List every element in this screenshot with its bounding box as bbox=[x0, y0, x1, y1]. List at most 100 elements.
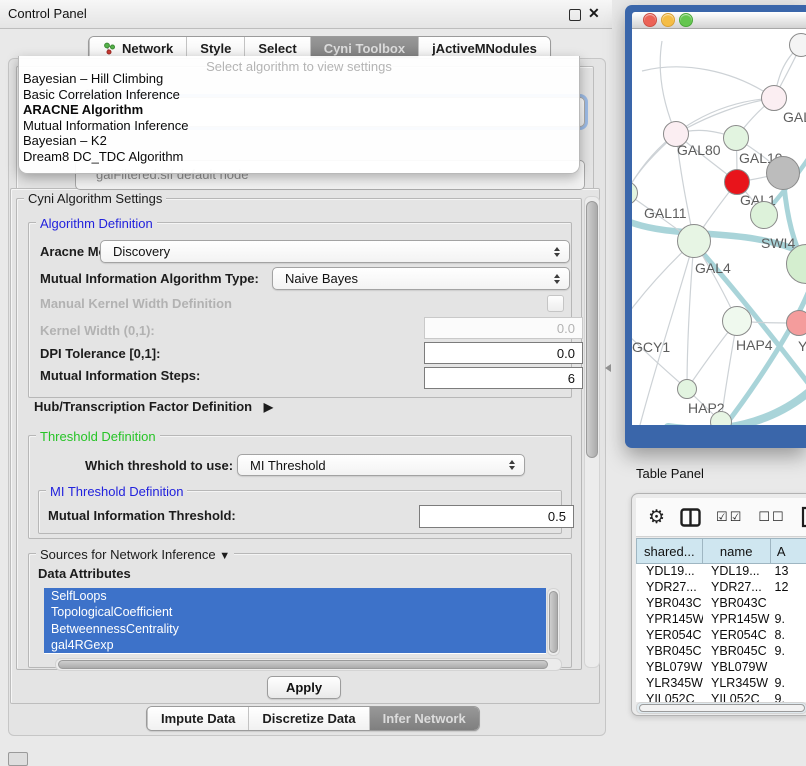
network-node[interactable] bbox=[677, 224, 711, 258]
table-header-row: shared... name A bbox=[636, 538, 806, 564]
table-row[interactable]: YBR045C YBR045C 9. bbox=[636, 644, 806, 660]
control-panel-header bbox=[0, 0, 612, 29]
sources-group-title: Sources for Network Inference ▼ bbox=[36, 547, 234, 562]
manual-kernel-label: Manual Kernel Width Definition bbox=[40, 296, 232, 311]
table-toolbar: ⚙ ☑☑ ☐☐ bbox=[636, 498, 806, 537]
network-node[interactable] bbox=[750, 201, 778, 229]
settings-scrollbar-thumb[interactable] bbox=[586, 201, 598, 458]
attribute-list-hscrollbar-thumb[interactable] bbox=[58, 660, 548, 669]
column-header[interactable]: name bbox=[703, 538, 771, 564]
dropdown-item[interactable]: Basic Correlation Inference bbox=[23, 87, 575, 103]
network-view-window[interactable]: GALGAL80GAL10GAL1GAL11SWI4GAL4GCY1HAP4YH… bbox=[625, 5, 806, 448]
attribute-list-item[interactable]: BetweennessCentrality bbox=[44, 621, 546, 637]
network-node[interactable] bbox=[789, 33, 806, 57]
network-node[interactable] bbox=[786, 310, 806, 336]
bottom-tabbar: Impute Data Discretize Data Infer Networ… bbox=[146, 706, 480, 731]
cell-name: YLR345W bbox=[703, 676, 772, 692]
hub-definition-expander[interactable]: Hub/Transcription Factor Definition ▶ bbox=[34, 399, 273, 414]
close-traffic-light-icon[interactable] bbox=[643, 13, 657, 27]
algorithm-dropdown-popup: Select algorithm to view settings Bayesi… bbox=[18, 56, 580, 174]
table-row[interactable]: YER054C YER054C 8. bbox=[636, 628, 806, 644]
settings-scrollbar[interactable] bbox=[584, 196, 600, 668]
table-row[interactable]: YBR043C YBR043C bbox=[636, 596, 806, 612]
minimize-traffic-light-icon[interactable] bbox=[661, 13, 675, 27]
select-all-checkboxes-icon[interactable]: ☑☑ bbox=[716, 509, 743, 525]
data-attributes-list: SelfLoops TopologicalCoefficient Between… bbox=[44, 588, 546, 654]
minimized-panel-icon[interactable] bbox=[8, 752, 28, 766]
table-hscrollbar-thumb[interactable] bbox=[639, 704, 805, 712]
manual-kernel-checkbox[interactable] bbox=[547, 295, 564, 312]
mi-threshold-input[interactable]: 0.5 bbox=[419, 505, 574, 528]
cell-value: 9. bbox=[772, 612, 806, 628]
table-hscrollbar[interactable] bbox=[636, 702, 806, 714]
zoom-traffic-light-icon[interactable] bbox=[679, 13, 693, 27]
dropdown-item[interactable]: Bayesian – K2 bbox=[23, 133, 575, 149]
table-row[interactable]: YLR345W YLR345W 9. bbox=[636, 676, 806, 692]
splitpane-collapse-icon[interactable] bbox=[605, 364, 611, 372]
network-node[interactable] bbox=[677, 379, 697, 399]
float-window-icon[interactable] bbox=[569, 9, 581, 21]
attribute-list-item[interactable]: gal4RGexp bbox=[44, 637, 546, 653]
cell-shared-name: YBR045C bbox=[636, 644, 703, 660]
document-icon[interactable] bbox=[801, 506, 806, 528]
network-node-label: HAP4 bbox=[736, 337, 773, 353]
settings-gear-icon[interactable]: ⚙ bbox=[648, 506, 665, 529]
mi-steps-input[interactable]: 6 bbox=[424, 367, 583, 389]
attribute-list-vscrollbar[interactable] bbox=[547, 588, 560, 656]
algorithm-definition-title: Algorithm Definition bbox=[36, 216, 157, 231]
kernel-width-input[interactable]: 0.0 bbox=[424, 317, 583, 339]
cell-shared-name: YPR145W bbox=[636, 612, 703, 628]
cell-name: YBL079W bbox=[703, 660, 772, 676]
data-attributes-label: Data Attributes bbox=[38, 566, 131, 581]
table-row[interactable]: YIL052C YIL052C 9. bbox=[636, 692, 806, 702]
table-row[interactable]: YBL079W YBL079W bbox=[636, 660, 806, 676]
attribute-list-hscrollbar[interactable] bbox=[55, 658, 562, 671]
which-threshold-combo[interactable]: MI Threshold bbox=[237, 454, 525, 476]
table-row[interactable]: YPR145W YPR145W 9. bbox=[636, 612, 806, 628]
network-canvas[interactable]: GALGAL80GAL10GAL1GAL11SWI4GAL4GCY1HAP4YH… bbox=[632, 29, 806, 425]
attribute-list-item[interactable]: SelfLoops bbox=[44, 588, 546, 604]
dropdown-item[interactable]: ARACNE Algorithm bbox=[23, 102, 575, 118]
network-node-label: GAL11 bbox=[644, 205, 687, 221]
network-node[interactable] bbox=[723, 125, 749, 151]
dropdown-item[interactable]: Dream8 DC_TDC Algorithm bbox=[23, 149, 575, 165]
bottom-tab[interactable]: Discretize Data bbox=[248, 707, 368, 730]
cell-shared-name: YDR27... bbox=[636, 580, 703, 596]
mi-type-combo[interactable]: Naive Bayes bbox=[272, 267, 570, 290]
bottom-tab[interactable]: Impute Data bbox=[147, 707, 248, 730]
deselect-all-checkboxes-icon[interactable]: ☐☐ bbox=[758, 509, 785, 525]
cyni-algorithm-settings-title: Cyni Algorithm Settings bbox=[24, 191, 166, 206]
column-header[interactable]: shared... bbox=[636, 538, 703, 564]
apply-button[interactable]: Apply bbox=[267, 676, 341, 699]
aracne-mode-combo[interactable]: Discovery bbox=[100, 240, 570, 263]
attribute-list-item[interactable]: TopologicalCoefficient bbox=[44, 604, 546, 620]
network-node[interactable] bbox=[761, 85, 787, 111]
dropdown-item[interactable]: Mutual Information Inference bbox=[23, 118, 575, 134]
network-node-label: GAL bbox=[783, 109, 806, 125]
column-header[interactable]: A bbox=[771, 538, 806, 564]
attribute-list-vscrollbar-thumb[interactable] bbox=[549, 591, 558, 653]
table-row[interactable]: YDL19... YDL19... 13 bbox=[636, 564, 806, 580]
cell-value: 9. bbox=[772, 644, 806, 660]
network-node-label: GAL80 bbox=[677, 142, 721, 158]
bottom-tab[interactable]: Infer Network bbox=[369, 707, 479, 730]
combo-stepper-icon bbox=[553, 273, 561, 285]
table-row[interactable]: YDR27... YDR27... 12 bbox=[636, 580, 806, 596]
network-window-titlebar[interactable] bbox=[632, 12, 806, 29]
network-node[interactable] bbox=[766, 156, 800, 190]
columns-icon[interactable] bbox=[680, 508, 701, 527]
bottom-tab-label: Infer Network bbox=[383, 711, 466, 726]
dpi-tolerance-input[interactable]: 0.0 bbox=[424, 342, 583, 364]
which-threshold-label: Which threshold to use: bbox=[85, 458, 233, 473]
cell-value: 8. bbox=[772, 628, 806, 644]
dropdown-item[interactable]: Bayesian – Hill Climbing bbox=[23, 71, 575, 87]
network-node[interactable] bbox=[722, 306, 752, 336]
which-threshold-value: MI Threshold bbox=[250, 458, 326, 473]
close-icon[interactable]: ✕ bbox=[588, 5, 600, 22]
mi-type-value: Naive Bayes bbox=[285, 271, 358, 286]
network-node-label: GCY1 bbox=[632, 339, 670, 355]
collapse-arrow-icon[interactable]: ▼ bbox=[219, 550, 230, 562]
table-panel-title: Table Panel bbox=[636, 466, 704, 481]
cell-shared-name: YBL079W bbox=[636, 660, 703, 676]
cell-name: YPR145W bbox=[703, 612, 772, 628]
